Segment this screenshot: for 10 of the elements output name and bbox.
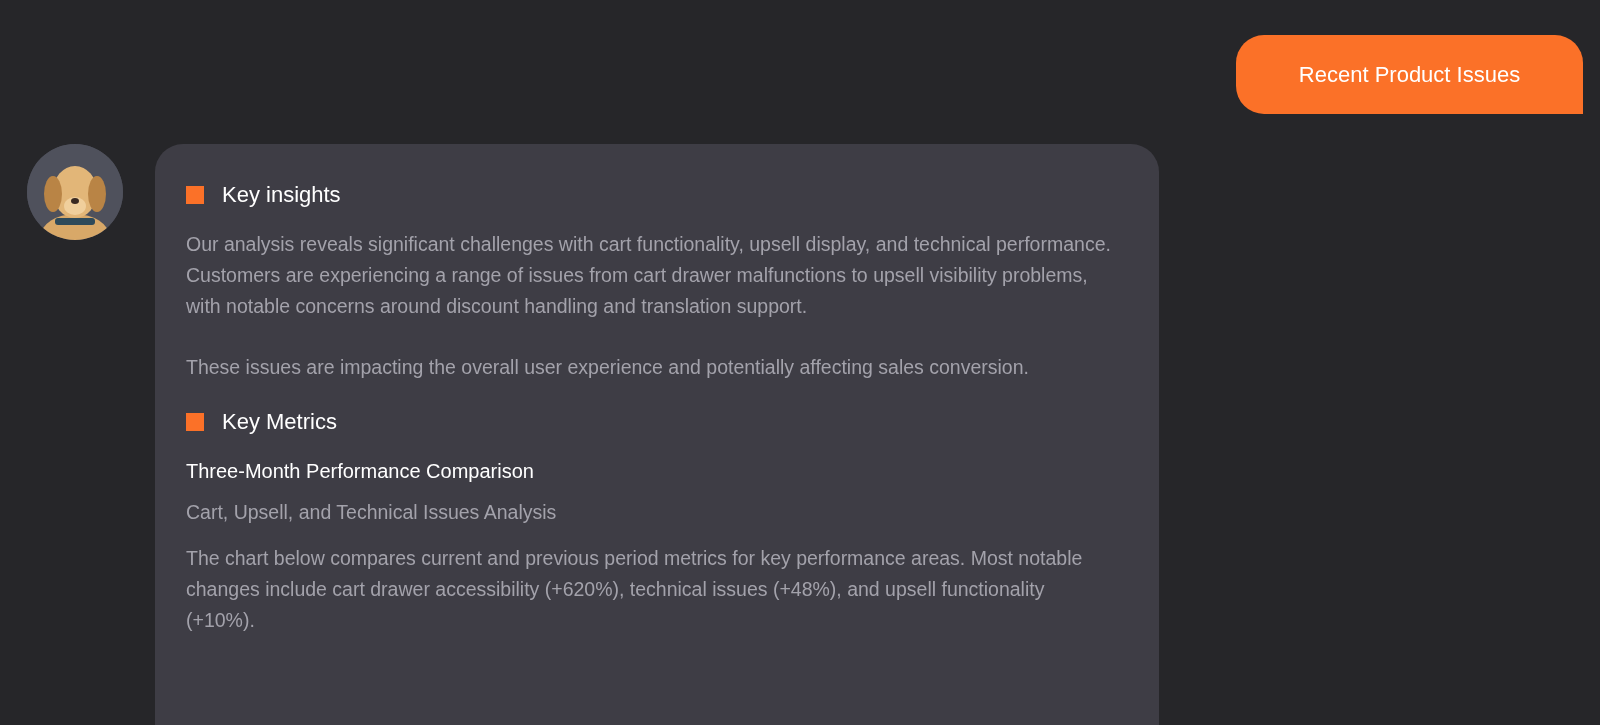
paragraph: These issues are impacting the overall user experience and potentially affecting sales conversion.	[186, 355, 1030, 380]
paragraph: Our analysis reveals significant challenges with cart functionality, upsell display, and technical performance. Customers are experiencing a range of issues from cart drawer malfunctions to upsell visibility problems, with notable concerns around discount handling and translation support.	[186, 232, 1112, 319]
square-bullet-icon	[186, 185, 204, 204]
section-heading: Key insights	[222, 181, 341, 209]
square-bullet-icon	[186, 412, 204, 431]
chart-title: Three-Month Performance Comparison	[186, 459, 535, 484]
user-message-bubble: Recent Product Issues	[1236, 35, 1583, 114]
paragraph: The chart below compares current and previous period metrics for key performance areas. Most notable changes include cart drawer accessibility (+620%), technical issues (+48%), and upsell functionality (+10%).	[186, 546, 1084, 634]
section-heading: Key Metrics	[222, 408, 337, 436]
chart-subtitle: Cart, Upsell, and Technical Issues Analysis	[186, 500, 558, 525]
